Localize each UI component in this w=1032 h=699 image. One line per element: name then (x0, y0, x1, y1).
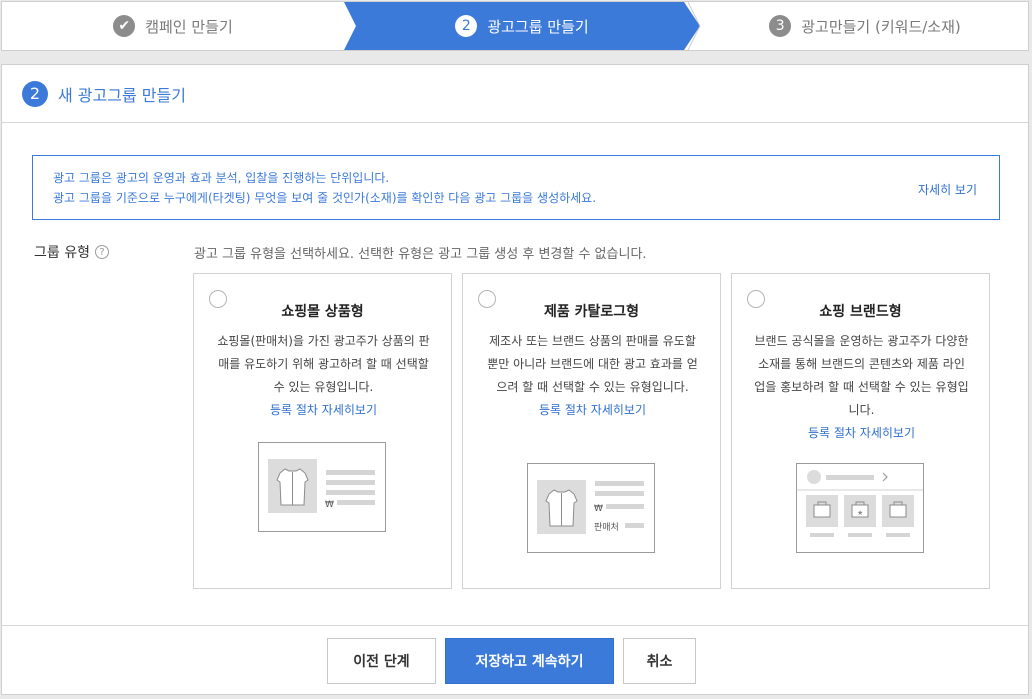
prev-step-button[interactable]: 이전 단계 (327, 638, 436, 684)
progress-stepper: ✔ 캠페인 만들기 2 광고그룹 만들기 3 광고만들기 (키워드/소재) (1, 1, 1029, 51)
info-box: 광고 그룹은 광고의 운영과 효과 분석, 입찰을 진행하는 단위입니다. 광고… (32, 155, 1000, 220)
catalog-illustration: ₩ 판매처 (527, 463, 655, 553)
step-campaign: ✔ 캠페인 만들기 (2, 2, 344, 50)
panel-header: 2 새 광고그룹 만들기 (2, 65, 1028, 123)
step-number: 3 (769, 15, 792, 37)
product-illustration: ₩ (258, 442, 386, 532)
step-adgroup: 2 광고그룹 만들기 (344, 2, 700, 50)
form-footer: 이전 단계 저장하고 계속하기 취소 (2, 625, 1028, 694)
cancel-button[interactable]: 취소 (623, 638, 696, 684)
card-product-catalog[interactable]: 제품 카탈로그형 제조사 또는 브랜드 상품의 판매를 유도할 뿐만 아니라 브… (462, 273, 721, 589)
card-procedure-link[interactable]: 등록 절차 자세히보기 (216, 399, 431, 422)
group-type-label-text: 그룹 유형 (34, 245, 90, 261)
help-icon[interactable]: ? (94, 245, 109, 259)
card-description-text: 제조사 또는 브랜드 상품의 판매를 유도할 뿐만 아니라 브랜드에 대한 광고… (487, 334, 698, 394)
card-title: 쇼핑몰 상품형 (281, 304, 364, 320)
price-symbol: ₩ (594, 504, 603, 514)
group-type-description: 광고 그룹 유형을 선택하세요. 선택한 유형은 광고 그룹 생성 후 변경할 … (194, 247, 647, 262)
step-label: 광고그룹 만들기 (487, 17, 589, 36)
card-shopping-brand[interactable]: 쇼핑 브랜드형 브랜드 공식몰을 운영하는 광고주가 다양한 소재를 통해 브랜… (731, 273, 990, 589)
info-detail-link[interactable]: 자세히 보기 (918, 180, 977, 200)
svg-text:★: ★ (857, 509, 863, 517)
card-description-text: 쇼핑몰(판매처)을 가진 광고주가 상품의 판매를 유도하기 위해 광고하려 할… (217, 334, 430, 394)
shirt-icon (276, 468, 309, 506)
price-symbol: ₩ (325, 500, 334, 510)
card-procedure-link[interactable]: 등록 절차 자세히보기 (754, 422, 969, 445)
save-continue-button[interactable]: 저장하고 계속하기 (445, 638, 614, 684)
seller-label: 판매처 (594, 521, 619, 533)
info-text-line2: 광고 그룹을 기준으로 누구에게(타겟팅) 무엇을 보여 줄 것인가(소재)를 … (53, 191, 597, 205)
info-text-line1: 광고 그룹은 광고의 운영과 효과 분석, 입찰을 진행하는 단위입니다. (53, 171, 390, 185)
brand-illustration: ★ (796, 463, 924, 553)
card-description: 제조사 또는 브랜드 상품의 판매를 유도할 뿐만 아니라 브랜드에 대한 광고… (485, 330, 700, 422)
card-procedure-link[interactable]: 등록 절차 자세히보기 (485, 399, 700, 422)
step-label: 캠페인 만들기 (145, 17, 233, 36)
adgroup-panel: 2 새 광고그룹 만들기 광고 그룹은 광고의 운영과 효과 분석, 입찰을 진… (1, 64, 1029, 695)
card-description: 쇼핑몰(판매처)을 가진 광고주가 상품의 판매를 유도하기 위해 광고하려 할… (216, 330, 431, 422)
section-number: 2 (22, 80, 48, 107)
step-label: 광고만들기 (키워드/소재) (801, 17, 961, 36)
group-type-label: 그룹 유형 ? (34, 242, 109, 262)
shirt-icon (545, 489, 578, 527)
card-title: 쇼핑 브랜드형 (819, 304, 902, 320)
card-title: 제품 카탈로그형 (543, 304, 640, 320)
card-description: 브랜드 공식몰을 운영하는 광고주가 다양한 소재를 통해 브랜드의 콘텐츠와 … (754, 330, 969, 445)
card-shopping-mall-product[interactable]: 쇼핑몰 상품형 쇼핑몰(판매처)을 가진 광고주가 상품의 판매를 유도하기 위… (193, 273, 452, 589)
step-number: 2 (455, 15, 478, 37)
step-ad: 3 광고만들기 (키워드/소재) (700, 2, 1028, 50)
page-title: 새 광고그룹 만들기 (58, 85, 186, 105)
check-icon: ✔ (113, 15, 136, 37)
card-description-text: 브랜드 공식몰을 운영하는 광고주가 다양한 소재를 통해 브랜드의 콘텐츠와 … (754, 334, 969, 417)
